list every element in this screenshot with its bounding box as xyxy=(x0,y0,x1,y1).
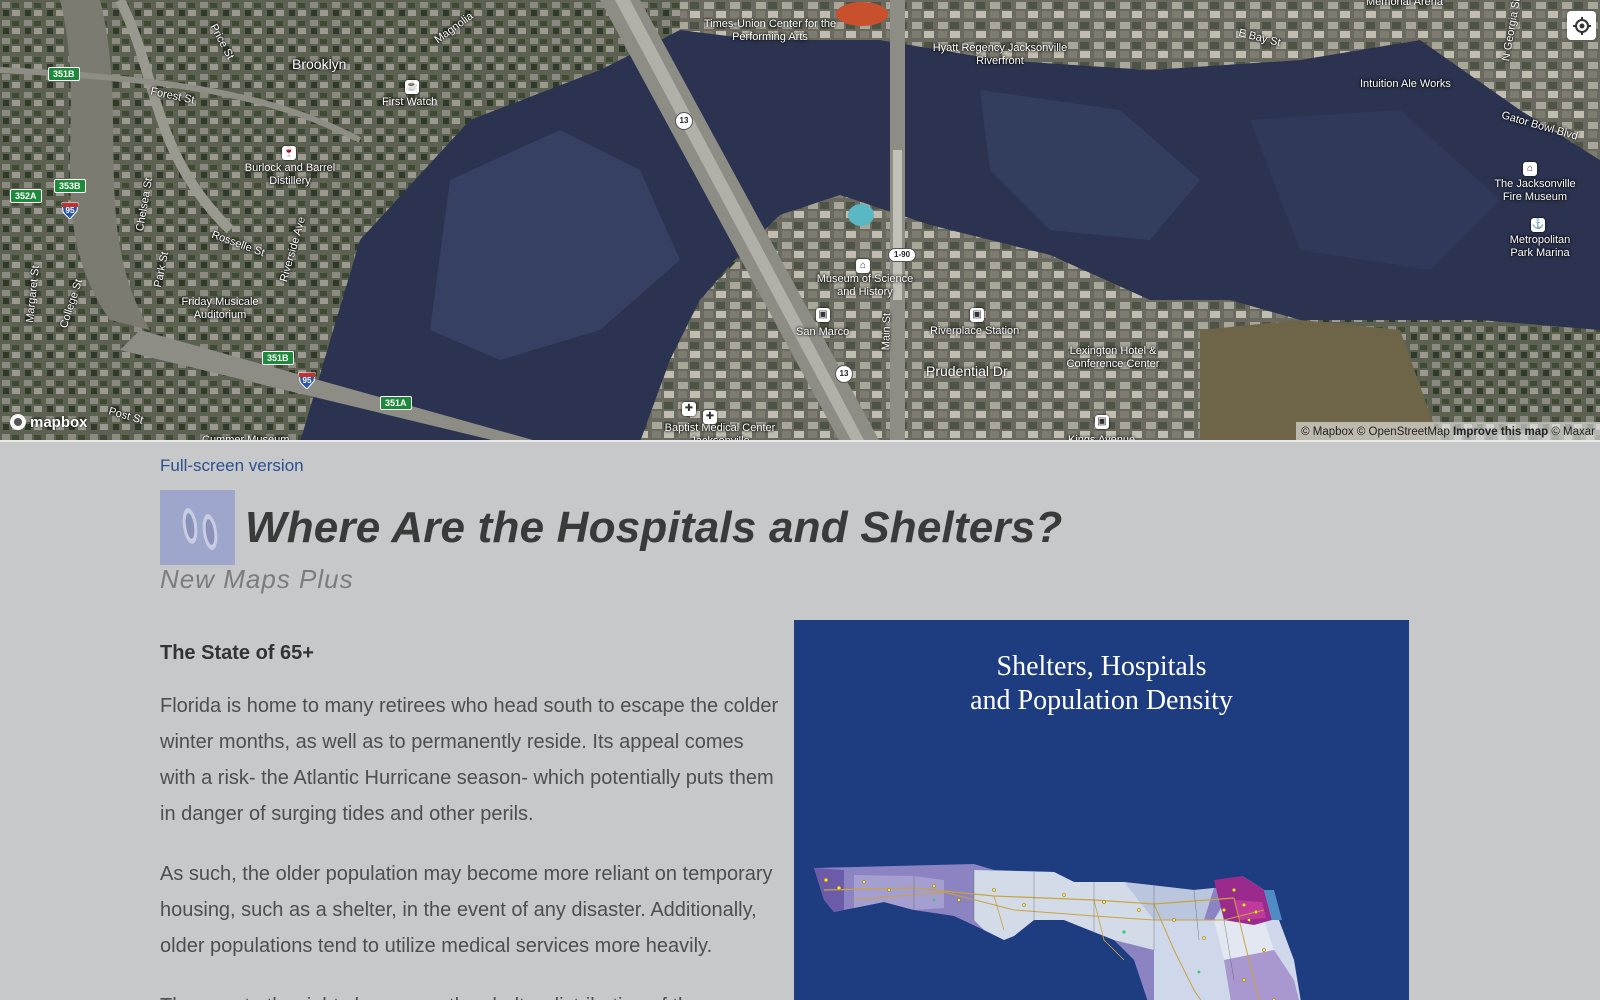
map-label-prudential: Prudential Dr xyxy=(926,363,1008,379)
map-label-first-watch[interactable]: First Watch xyxy=(382,96,437,109)
population-density-map-figure: Shelters, Hospitals and Population Densi… xyxy=(794,620,1409,1000)
map-label-friday-musicale[interactable]: Friday Musicale Auditorium xyxy=(165,296,275,322)
map-label-baptist[interactable]: Baptist Medical Center Jacksonville xyxy=(660,422,780,440)
transit-poi-icon-riverplace[interactable]: ▣ xyxy=(970,308,984,322)
museum-poi-icon[interactable]: ⌂ xyxy=(856,259,870,273)
map-label-cummer[interactable]: Cummer Museum xyxy=(202,434,289,440)
map-label-times-union[interactable]: Times-Union Center for the Performing Ar… xyxy=(700,18,840,44)
page-title: Where Are the Hospitals and Shelters? xyxy=(245,502,1063,552)
section-heading: The State of 65+ xyxy=(160,642,314,664)
interstate-95-shield: 95 xyxy=(61,201,79,220)
map-label-burlock[interactable]: Burlock and Barrel Distillery xyxy=(240,162,340,188)
map-label-lexington[interactable]: Lexington Hotel & Conference Center xyxy=(1058,345,1168,371)
transit-poi-icon-kings[interactable]: ▣ xyxy=(1095,415,1109,429)
hospital-poi-icon[interactable]: ✚ xyxy=(682,402,696,416)
transit-poi-icon[interactable]: ▣ xyxy=(816,308,830,322)
page-subtitle: New Maps Plus xyxy=(160,564,354,594)
attribution-maxar[interactable]: © Maxar xyxy=(1551,426,1595,438)
map-label-san-marco[interactable]: San Marco xyxy=(796,326,849,339)
hospital-poi-icon-2[interactable]: ✚ xyxy=(703,410,717,424)
map-label-riverplace[interactable]: Riverplace Station xyxy=(930,325,1019,338)
paragraph: Florida is home to many retirees who hea… xyxy=(160,695,779,825)
exit-shield-352a: 352A xyxy=(10,189,42,203)
satellite-imagery xyxy=(0,0,1600,440)
restaurant-poi-icon[interactable]: ☕ xyxy=(405,80,419,94)
satellite-map[interactable]: Times-Union Center for the Performing Ar… xyxy=(0,0,1600,442)
page-header: Where Are the Hospitals and Shelters? xyxy=(160,490,1063,565)
crosshair-icon xyxy=(1572,16,1591,35)
exit-shield-351b-lower: 351B xyxy=(262,351,294,365)
bar-poi-icon[interactable]: 🍷 xyxy=(282,146,296,160)
paragraph: As such, the older population may become… xyxy=(160,863,773,957)
museum-poi-icon-fire[interactable]: ⌂ xyxy=(1523,162,1537,176)
footprints-logo xyxy=(160,490,235,565)
geolocate-button[interactable] xyxy=(1567,11,1596,40)
mapbox-logo-text: mapbox xyxy=(30,413,88,431)
attribution-mapbox[interactable]: © Mapbox xyxy=(1301,426,1354,438)
map-label-main-st: Main St xyxy=(880,312,894,351)
map-label-brooklyn: Brooklyn xyxy=(292,56,347,72)
improve-map-link[interactable]: Improve this map xyxy=(1453,426,1548,438)
map-label-intuition[interactable]: Intuition Ale Works xyxy=(1360,78,1451,91)
map-attribution: © Mapbox © OpenStreetMap Improve this ma… xyxy=(1296,422,1600,440)
map-label-jax-fire-museum[interactable]: The Jacksonville Fire Museum xyxy=(1485,178,1585,204)
mapbox-logo[interactable]: mapbox xyxy=(9,413,88,431)
map-label-memorial-arena[interactable]: Memorial Arena xyxy=(1366,0,1443,9)
route-13-shield: 13 xyxy=(675,112,693,130)
map-label-hyatt[interactable]: Hyatt Regency Jacksonville Riverfront xyxy=(930,42,1070,68)
route-13-shield-lower: 13 xyxy=(835,365,853,383)
route-i90-shield: 1-90 xyxy=(888,248,917,262)
map-label-kings-ave: Kings Avenue xyxy=(1068,434,1136,442)
mapbox-logo-icon xyxy=(10,414,26,430)
attribution-osm[interactable]: © OpenStreetMap xyxy=(1357,426,1450,438)
exit-shield-353b: 353B xyxy=(54,179,86,193)
florida-density-map xyxy=(814,864,1301,1000)
exit-shield-351a: 351A xyxy=(380,396,412,410)
full-screen-link[interactable]: Full-screen version xyxy=(160,456,304,476)
exit-shield-351b: 351B xyxy=(48,67,80,81)
map-label-metropolitan-park[interactable]: Metropolitan Park Marina xyxy=(1500,234,1580,260)
marina-poi-icon[interactable]: ⚓ xyxy=(1531,218,1545,232)
map-label-museum-science[interactable]: Museum of Science and History xyxy=(810,273,920,299)
interstate-95-shield-lower: 95 xyxy=(298,371,316,390)
paragraph: The map to the right showcases the shelt… xyxy=(160,988,780,1000)
